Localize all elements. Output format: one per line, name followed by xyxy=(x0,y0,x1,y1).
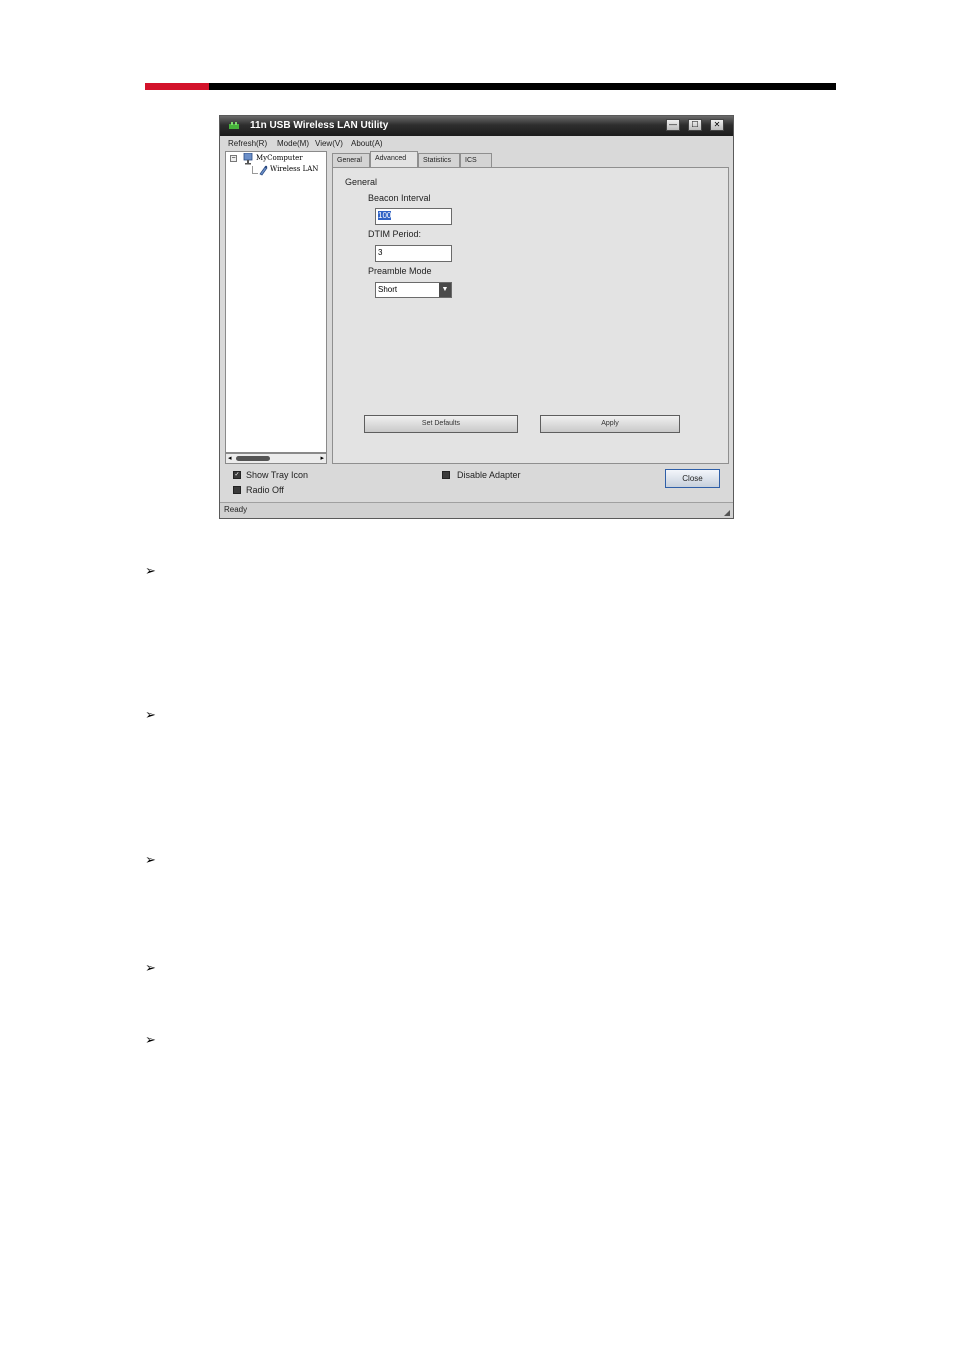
bullet-arrow-icon: ➢ xyxy=(145,1033,156,1048)
utility-window: 11n USB Wireless LAN Utility — ☐ ✕ Refre… xyxy=(219,115,734,519)
header-accent xyxy=(145,83,209,90)
scroll-thumb[interactable] xyxy=(236,456,270,461)
tab-general[interactable]: General xyxy=(332,153,370,167)
wireless-app-icon xyxy=(229,122,239,129)
scroll-left-icon[interactable]: ◂ xyxy=(228,454,232,462)
radio-off-checkbox[interactable] xyxy=(233,486,241,494)
window-title: 11n USB Wireless LAN Utility xyxy=(250,120,389,131)
menu-bar: Refresh(R) Mode(M) View(V) About(A) xyxy=(220,136,733,151)
tree-scrollbar[interactable]: ◂ ▸ xyxy=(225,453,327,464)
beacon-interval-label: Beacon Interval xyxy=(368,193,431,203)
scroll-right-icon[interactable]: ▸ xyxy=(320,454,324,462)
chevron-down-icon[interactable]: ▼ xyxy=(439,283,451,297)
title-bar: 11n USB Wireless LAN Utility — ☐ ✕ xyxy=(220,116,733,136)
beacon-interval-value: 100 xyxy=(378,211,392,220)
tree-node-mycomputer[interactable]: MyComputer xyxy=(256,154,303,162)
status-text: Ready xyxy=(224,505,248,514)
tree-node-wireless-lan[interactable]: Wireless LAN xyxy=(270,165,318,173)
show-tray-icon-checkbox[interactable]: ✓ xyxy=(233,471,241,479)
disable-adapter-checkbox[interactable] xyxy=(442,471,450,479)
tab-ics[interactable]: ICS xyxy=(460,153,492,167)
tab-advanced[interactable]: Advanced xyxy=(370,151,418,168)
bullet-arrow-icon: ➢ xyxy=(145,564,156,579)
minimize-button[interactable]: — xyxy=(666,119,680,131)
collapse-icon[interactable]: − xyxy=(230,155,237,162)
show-tray-icon-label: Show Tray Icon xyxy=(246,470,309,480)
menu-about[interactable]: About(A) xyxy=(351,139,383,148)
tab-statistics[interactable]: Statistics xyxy=(418,153,460,167)
advanced-panel: General Beacon Interval 100 DTIM Period:… xyxy=(332,167,729,464)
status-bar: Ready xyxy=(220,502,733,518)
menu-view[interactable]: View(V) xyxy=(315,139,343,148)
bullet-arrow-icon: ➢ xyxy=(145,853,156,868)
close-button[interactable]: Close xyxy=(665,469,720,488)
beacon-interval-input[interactable]: 100 xyxy=(375,208,452,225)
header-rule xyxy=(145,83,836,90)
close-window-button[interactable]: ✕ xyxy=(710,119,724,131)
maximize-button[interactable]: ☐ xyxy=(688,119,702,131)
menu-mode[interactable]: Mode(M) xyxy=(277,139,309,148)
bullet-arrow-icon: ➢ xyxy=(145,708,156,723)
bullet-arrow-icon: ➢ xyxy=(145,961,156,976)
menu-refresh[interactable]: Refresh(R) xyxy=(228,139,267,148)
apply-button[interactable]: Apply xyxy=(540,415,680,433)
device-tree: − MyComputer Wireless LAN xyxy=(225,151,327,453)
radio-off-label: Radio Off xyxy=(246,485,284,495)
preamble-mode-value: Short xyxy=(378,285,398,294)
preamble-mode-select[interactable]: Short ▼ xyxy=(375,282,452,298)
disable-adapter-label: Disable Adapter xyxy=(457,470,521,480)
section-label: General xyxy=(345,177,378,187)
dtim-period-label: DTIM Period: xyxy=(368,229,422,239)
resize-grip-icon[interactable] xyxy=(724,510,730,516)
dtim-period-value: 3 xyxy=(378,248,383,257)
set-defaults-button[interactable]: Set Defaults xyxy=(364,415,518,433)
dtim-period-input[interactable]: 3 xyxy=(375,245,452,262)
wireless-adapter-icon xyxy=(259,165,268,176)
computer-icon xyxy=(243,153,253,165)
preamble-mode-label: Preamble Mode xyxy=(368,266,432,276)
